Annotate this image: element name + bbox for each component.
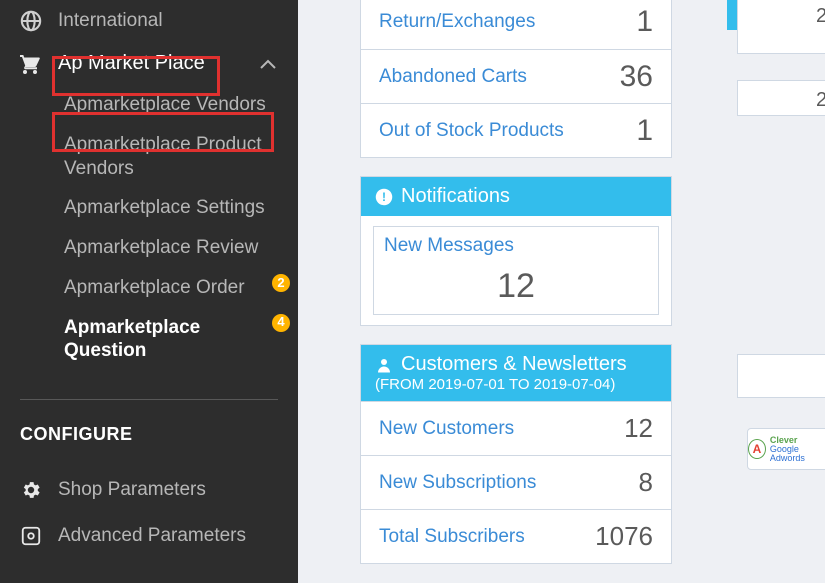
gear-outline-icon — [20, 525, 46, 547]
cart-icon — [18, 52, 44, 76]
frag-value: 2 — [816, 5, 825, 27]
sidebar-subitem-label: Apmarketplace Settings — [64, 197, 265, 218]
stat-label: Return/Exchanges — [379, 11, 535, 33]
sidebar-header-label: Ap Market Place — [58, 52, 205, 75]
right-fragment-2: 2 — [737, 80, 825, 116]
stat-value: 12 — [624, 413, 653, 444]
sidebar-header-marketplace[interactable]: Ap Market Place — [0, 42, 298, 85]
user-icon — [375, 356, 393, 374]
order-badge: 2 — [272, 274, 290, 292]
adwords-badge[interactable]: A Clever Google Adwords — [747, 428, 825, 470]
sidebar-subitem-label: Apmarketplace Product Vendors — [64, 134, 262, 179]
stat-row-return-exchanges[interactable]: Return/Exchanges 1 — [361, 0, 671, 49]
stat-value: 1076 — [595, 521, 653, 552]
sidebar-divider — [20, 399, 278, 400]
sidebar-item-international[interactable]: International — [0, 0, 298, 42]
notifications-header: ! Notifications — [361, 177, 671, 216]
row-total-subscribers[interactable]: Total Subscribers 1076 — [361, 509, 671, 563]
row-new-subscriptions[interactable]: New Subscriptions 8 — [361, 455, 671, 509]
stat-row-abandoned-carts[interactable]: Abandoned Carts 36 — [361, 49, 671, 103]
stat-label: New Subscriptions — [379, 472, 536, 494]
stat-label: Out of Stock Products — [379, 120, 564, 142]
stat-row-out-of-stock[interactable]: Out of Stock Products 1 — [361, 103, 671, 157]
sidebar-subitem-label: Apmarketplace Order — [64, 277, 245, 298]
adwords-text: Clever Google Adwords — [770, 436, 825, 463]
notifications-card: ! Notifications New Messages 12 — [360, 176, 672, 326]
sidebar-subitem-label: Apmarketplace Vendors — [64, 94, 266, 115]
card-title: Customers & Newsletters — [401, 353, 627, 376]
sidebar-item-review[interactable]: Apmarketplace Review — [0, 228, 298, 268]
new-messages-label: New Messages — [384, 235, 648, 257]
stat-label: New Customers — [379, 418, 514, 440]
stat-label: Total Subscribers — [379, 526, 525, 548]
sidebar-subitem-label: Apmarketplace Question — [64, 317, 200, 362]
row-new-customers[interactable]: New Customers 12 — [361, 401, 671, 455]
frag-value: 2 — [816, 89, 825, 111]
card-title: Notifications — [401, 185, 510, 208]
sidebar-item-order[interactable]: Apmarketplace Order 2 — [0, 268, 298, 308]
chevron-up-icon — [260, 59, 276, 69]
right-fragment-1: 2 — [737, 0, 825, 54]
svg-text:!: ! — [382, 189, 386, 203]
sidebar-subitem-label: Apmarketplace Review — [64, 237, 258, 258]
sidebar-item-shop-parameters[interactable]: Shop Parameters — [0, 467, 298, 513]
customers-card: Customers & Newsletters (FROM 2019-07-01… — [360, 344, 672, 564]
stat-value: 36 — [620, 60, 653, 94]
stats-card: Return/Exchanges 1 Abandoned Carts 36 Ou… — [360, 0, 672, 158]
sidebar-item-advanced-parameters[interactable]: Advanced Parameters — [0, 513, 298, 559]
stat-value: 1 — [636, 5, 653, 39]
sidebar-item-question[interactable]: Apmarketplace Question 4 — [0, 308, 298, 372]
right-fragment-3 — [737, 354, 825, 398]
exclamation-icon: ! — [375, 188, 393, 206]
sidebar-item-settings[interactable]: Apmarketplace Settings — [0, 188, 298, 228]
gear-icon — [20, 479, 46, 501]
sidebar-item-vendors[interactable]: Apmarketplace Vendors — [0, 85, 298, 125]
stat-label: Abandoned Carts — [379, 66, 527, 88]
sidebar-item-label: International — [58, 10, 163, 32]
stat-value: 1 — [636, 114, 653, 148]
customers-header: Customers & Newsletters (FROM 2019-07-01… — [361, 345, 671, 401]
marketplace-submenu: Apmarketplace Vendors Apmarketplace Prod… — [0, 85, 298, 371]
new-messages-block[interactable]: New Messages 12 — [373, 226, 659, 315]
adwords-icon: A — [748, 439, 766, 459]
new-messages-value: 12 — [384, 257, 648, 308]
card-subtitle: (FROM 2019-07-01 TO 2019-07-04) — [375, 376, 615, 393]
question-badge: 4 — [272, 314, 290, 332]
configure-heading: CONFIGURE — [0, 424, 298, 467]
globe-icon — [20, 10, 46, 32]
cfg-label: Advanced Parameters — [58, 525, 246, 547]
sidebar-item-product-vendors[interactable]: Apmarketplace Product Vendors — [0, 125, 298, 189]
stat-value: 8 — [639, 467, 653, 498]
cfg-label: Shop Parameters — [58, 479, 206, 501]
